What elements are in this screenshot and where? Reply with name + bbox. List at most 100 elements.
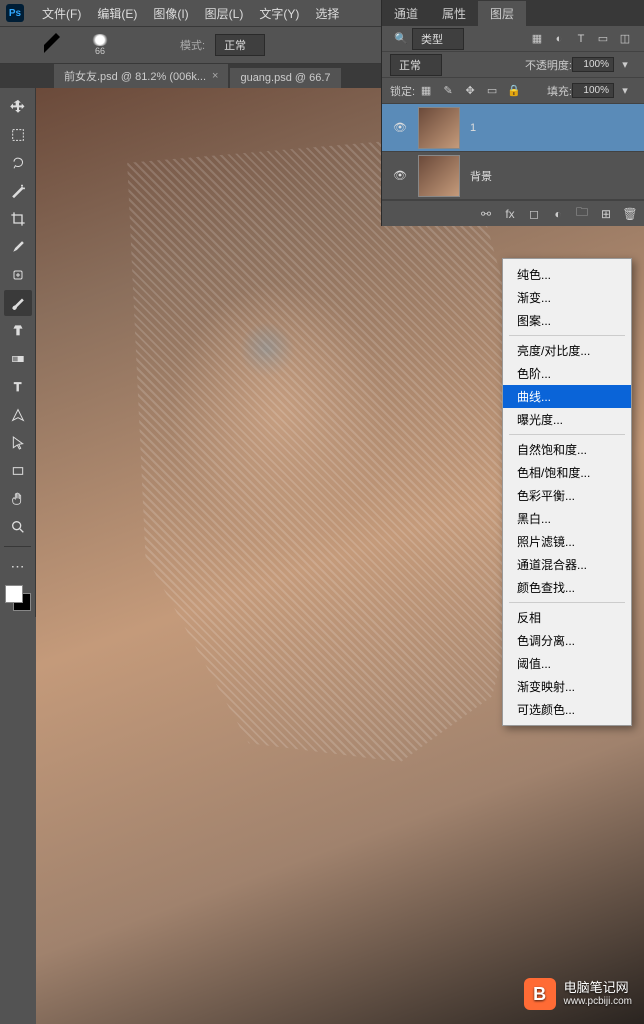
layer-name[interactable]: 1 xyxy=(470,122,476,134)
lock-position-icon[interactable]: ✥ xyxy=(461,82,479,100)
visibility-eye-icon[interactable]: 👁 xyxy=(390,118,410,138)
panel-tab-strip: 通道 属性 图层 xyxy=(382,0,644,26)
adjustment-layer-icon[interactable]: ◐ xyxy=(550,206,566,222)
group-icon[interactable]: 🗀 xyxy=(574,206,590,222)
menu-file[interactable]: 文件(F) xyxy=(34,5,89,22)
lasso-tool[interactable] xyxy=(4,150,32,176)
filter-smart-icon[interactable]: ◫ xyxy=(616,30,634,48)
layer-filter-dropdown[interactable]: 类型 xyxy=(412,28,464,50)
document-tab[interactable]: 前女友.psd @ 81.2% (006k... × xyxy=(54,64,228,88)
brush-size-label: 66 xyxy=(95,46,105,56)
chevron-down-icon[interactable]: ▾ xyxy=(616,56,634,74)
ctx-curves[interactable]: 曲线... xyxy=(503,385,631,408)
chevron-down-icon[interactable]: ▾ xyxy=(616,82,634,100)
layer-blend-dropdown[interactable]: 正常 xyxy=(390,54,442,76)
ctx-solid-color[interactable]: 纯色... xyxy=(503,263,631,286)
ctx-gradient-map[interactable]: 渐变映射... xyxy=(503,675,631,698)
home-icon[interactable] xyxy=(8,33,32,57)
color-swatches[interactable] xyxy=(5,585,31,611)
tab-label: guang.psd @ 66.7 xyxy=(240,72,330,84)
lock-transparency-icon[interactable]: ▦ xyxy=(417,82,435,100)
ctx-color-lookup[interactable]: 颜色查找... xyxy=(503,576,631,599)
search-icon[interactable]: 🔍 xyxy=(392,30,410,48)
ctx-gradient[interactable]: 渐变... xyxy=(503,286,631,309)
panel-tab-properties[interactable]: 属性 xyxy=(430,1,478,26)
layer-row[interactable]: 👁 背景 xyxy=(382,152,644,200)
ctx-invert[interactable]: 反相 xyxy=(503,606,631,629)
brush-tool[interactable] xyxy=(4,290,32,316)
lock-label: 锁定: xyxy=(390,83,415,99)
opacity-label: 不透明度: xyxy=(525,57,572,73)
ctx-channel-mixer[interactable]: 通道混合器... xyxy=(503,553,631,576)
delete-layer-icon[interactable]: 🗑 xyxy=(622,206,638,222)
layer-thumbnail[interactable] xyxy=(418,155,460,197)
close-icon[interactable]: × xyxy=(212,70,218,82)
menu-image[interactable]: 图像(I) xyxy=(145,5,196,22)
fill-input[interactable]: 100% xyxy=(572,83,614,98)
layer-name[interactable]: 背景 xyxy=(470,168,492,184)
ctx-pattern[interactable]: 图案... xyxy=(503,309,631,332)
edit-toolbar[interactable]: ⋯ xyxy=(4,553,32,579)
document-tab[interactable]: guang.psd @ 66.7 xyxy=(230,68,340,88)
type-tool[interactable]: T xyxy=(4,374,32,400)
lock-all-icon[interactable]: 🔒 xyxy=(505,82,523,100)
layer-mask-icon[interactable]: ◻ xyxy=(526,206,542,222)
lock-pixels-icon[interactable]: ✎ xyxy=(439,82,457,100)
brush-tool-icon[interactable] xyxy=(40,33,64,57)
menu-layer[interactable]: 图层(L) xyxy=(197,5,252,22)
ctx-vibrance[interactable]: 自然饱和度... xyxy=(503,438,631,461)
app-logo: Ps xyxy=(6,4,24,22)
magic-wand-tool[interactable] xyxy=(4,178,32,204)
filter-shape-icon[interactable]: ▭ xyxy=(594,30,612,48)
lock-fill-row: 锁定: ▦ ✎ ✥ ▭ 🔒 填充: 100% ▾ xyxy=(382,78,644,104)
opacity-input[interactable]: 100% xyxy=(572,57,614,72)
blend-mode-dropdown[interactable]: 正常 xyxy=(215,34,265,56)
ctx-brightness[interactable]: 亮度/对比度... xyxy=(503,339,631,362)
ctx-color-balance[interactable]: 色彩平衡... xyxy=(503,484,631,507)
tab-label: 前女友.psd @ 81.2% (006k... xyxy=(64,68,206,84)
ctx-selective-color[interactable]: 可选颜色... xyxy=(503,698,631,721)
ctx-threshold[interactable]: 阈值... xyxy=(503,652,631,675)
move-tool[interactable] xyxy=(4,94,32,120)
gradient-tool[interactable] xyxy=(4,346,32,372)
layers-list: 👁 1 👁 背景 xyxy=(382,104,644,200)
marquee-tool[interactable] xyxy=(4,122,32,148)
eyedropper-tool[interactable] xyxy=(4,234,32,260)
panel-tab-channels[interactable]: 通道 xyxy=(382,1,430,26)
filter-type-icon[interactable]: T xyxy=(572,30,590,48)
ctx-hue-sat[interactable]: 色相/饱和度... xyxy=(503,461,631,484)
hand-tool[interactable] xyxy=(4,486,32,512)
ctx-black-white[interactable]: 黑白... xyxy=(503,507,631,530)
visibility-eye-icon[interactable]: 👁 xyxy=(390,166,410,186)
ctx-levels[interactable]: 色阶... xyxy=(503,362,631,385)
clone-stamp-tool[interactable] xyxy=(4,318,32,344)
pen-tool[interactable] xyxy=(4,402,32,428)
menu-select[interactable]: 选择 xyxy=(307,5,347,22)
rectangle-tool[interactable] xyxy=(4,458,32,484)
foreground-color-swatch[interactable] xyxy=(5,585,23,603)
panel-tab-layers[interactable]: 图层 xyxy=(478,1,526,26)
layer-fx-icon[interactable]: fx xyxy=(502,206,518,222)
healing-brush-tool[interactable] xyxy=(4,262,32,288)
brush-preview[interactable]: 66 xyxy=(72,34,128,56)
filter-pixel-icon[interactable]: ▦ xyxy=(528,30,546,48)
blend-opacity-row: 正常 不透明度: 100% ▾ xyxy=(382,52,644,78)
path-select-tool[interactable] xyxy=(4,430,32,456)
options-label-mode: 模式: xyxy=(180,37,205,53)
layer-thumbnail[interactable] xyxy=(418,107,460,149)
watermark-url: www.pcbiji.com xyxy=(564,996,632,1008)
zoom-tool[interactable] xyxy=(4,514,32,540)
layer-row[interactable]: 👁 1 xyxy=(382,104,644,152)
ctx-posterize[interactable]: 色调分离... xyxy=(503,629,631,652)
menu-text[interactable]: 文字(Y) xyxy=(251,5,307,22)
crop-tool[interactable] xyxy=(4,206,32,232)
ctx-exposure[interactable]: 曝光度... xyxy=(503,408,631,431)
watermark: B 电脑笔记网 www.pcbiji.com xyxy=(524,978,632,1010)
ctx-photo-filter[interactable]: 照片滤镜... xyxy=(503,530,631,553)
filter-adjust-icon[interactable]: ◐ xyxy=(550,30,568,48)
menu-edit[interactable]: 编辑(E) xyxy=(89,5,145,22)
lock-artboard-icon[interactable]: ▭ xyxy=(483,82,501,100)
brush-panel-icon[interactable] xyxy=(138,33,162,57)
link-layers-icon[interactable]: ⚯ xyxy=(478,206,494,222)
new-layer-icon[interactable]: ⊞ xyxy=(598,206,614,222)
